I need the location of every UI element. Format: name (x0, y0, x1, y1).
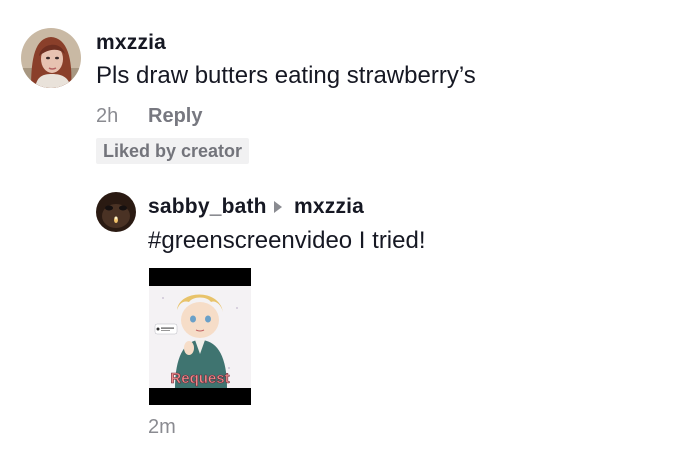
commenter-username[interactable]: mxzzia (96, 31, 166, 55)
replier-avatar[interactable] (96, 192, 136, 232)
video-thumbnail[interactable]: Request (149, 268, 251, 405)
reply-timestamp: 2m (148, 416, 176, 438)
reply-button[interactable]: Reply (148, 105, 202, 128)
caret-right-icon (274, 201, 282, 213)
reply-to-username[interactable]: mxzzia (294, 195, 364, 219)
commenter-avatar[interactable] (21, 28, 81, 88)
comment-text: Pls draw butters eating strawberry’s (96, 62, 476, 89)
reply-text: #greenscreenvideo I tried! (148, 227, 426, 254)
liked-by-creator-badge: Liked by creator (96, 138, 250, 164)
comment-timestamp: 2h (96, 105, 119, 127)
replier-username[interactable]: sabby_bath (148, 195, 267, 219)
video-overlay-label: Request (170, 370, 229, 387)
